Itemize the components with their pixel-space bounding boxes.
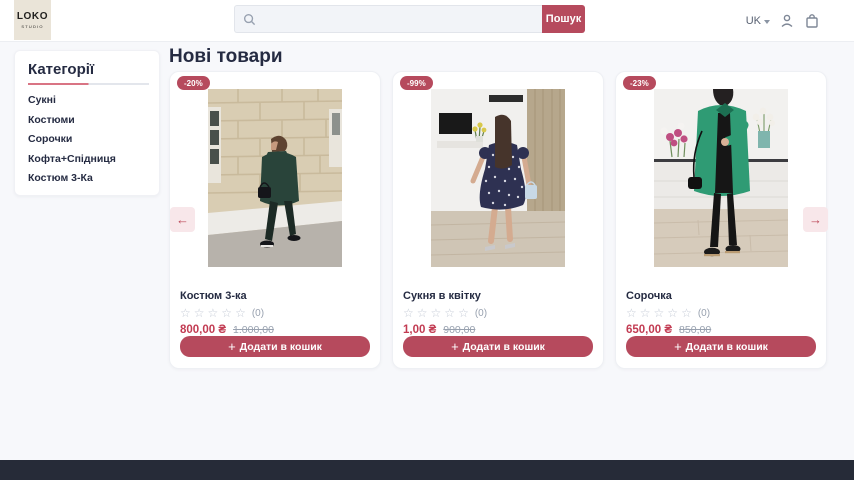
current-price: 800,00 ₴ [180,324,226,336]
star-icon: ☆ [417,307,428,319]
star-icon: ☆ [208,307,219,319]
logo-subtext: STUDIO [21,24,43,29]
old-price: 1.000,00 [233,324,274,336]
chevron-down-icon [764,20,770,24]
add-to-cart-button[interactable]: + Додати в кошик [403,336,593,357]
product-image[interactable] [431,89,565,267]
footer [0,460,854,480]
logo-text: LOKO [17,12,48,22]
new-products-carousel: -20% [169,71,827,369]
arrow-right-icon: → [809,212,822,227]
product-prices: 1,00 ₴ 900,00 [403,324,593,336]
current-price: 1,00 ₴ [403,324,436,336]
sidebar-item-sukni[interactable]: Сукні [28,94,146,114]
star-icon: ☆ [180,307,191,319]
star-icon: ☆ [444,307,455,319]
rating-count: (0) [475,308,487,319]
add-to-cart-button[interactable]: + Додати в кошик [180,336,370,357]
sidebar-item-sorochky[interactable]: Сорочки [28,133,146,153]
star-icon: ☆ [458,307,469,319]
header: LOKO STUDIO Пошук UK [0,0,854,42]
account-icon[interactable] [779,13,795,29]
product-image[interactable] [654,89,788,267]
search-input-wrapper [234,5,542,33]
carousel-next-button[interactable]: → [803,207,828,232]
star-icon: ☆ [654,307,665,319]
discount-badge: -20% [177,76,210,90]
cart-icon[interactable] [804,13,820,29]
page-title: Нові товари [169,46,283,68]
product-rating: ☆☆☆☆☆ (0) [403,307,593,319]
old-price: 850,00 [679,324,711,336]
star-icon: ☆ [626,307,637,319]
logo[interactable]: LOKO STUDIO [14,0,51,40]
product-title[interactable]: Сукня в квітку [403,290,593,302]
star-icon: ☆ [221,307,232,319]
product-image[interactable] [208,89,342,267]
star-icon: ☆ [640,307,651,319]
add-to-cart-button[interactable]: + Додати в кошик [626,336,816,357]
plus-icon: + [674,340,682,353]
language-selector[interactable]: UK [746,15,770,27]
categories-list: Сукні Костюми Сорочки Кофта+Спідниця Кос… [28,94,146,192]
old-price: 900,00 [443,324,475,336]
product-card: -99% [392,71,604,369]
plus-icon: + [451,340,459,353]
product-card: -20% [169,71,381,369]
arrow-left-icon: ← [176,212,189,227]
current-price: 650,00 ₴ [626,324,672,336]
header-actions: UK [746,0,820,42]
rating-count: (0) [252,308,264,319]
product-title[interactable]: Костюм 3-ка [180,290,370,302]
product-rating: ☆☆☆☆☆ (0) [626,307,816,319]
search-input[interactable] [261,6,542,32]
plus-icon: + [228,340,236,353]
categories-panel: Категорії Сукні Костюми Сорочки Кофта+Сп… [14,50,160,196]
discount-badge: -99% [400,76,433,90]
star-icon: ☆ [194,307,205,319]
sidebar-item-kofta-spidnytsia[interactable]: Кофта+Спідниця [28,153,146,173]
product-card: -23% [615,71,827,369]
star-icon: ☆ [667,307,678,319]
product-prices: 650,00 ₴ 850,00 [626,324,816,336]
categories-title: Категорії [28,61,146,78]
carousel-prev-button[interactable]: ← [170,207,195,232]
sidebar-item-kostium-3ka[interactable]: Костюм 3-Ка [28,172,146,192]
add-to-cart-label: Додати в кошик [463,341,545,353]
star-icon: ☆ [431,307,442,319]
add-to-cart-label: Додати в кошик [240,341,322,353]
language-label: UK [746,15,761,27]
product-rating: ☆☆☆☆☆ (0) [180,307,370,319]
product-title[interactable]: Сорочка [626,290,816,302]
search-icon [243,13,256,26]
categories-title-underline [28,83,149,85]
search-button[interactable]: Пошук [542,5,585,33]
product-prices: 800,00 ₴ 1.000,00 [180,324,370,336]
star-icon: ☆ [681,307,692,319]
star-icon: ☆ [403,307,414,319]
add-to-cart-label: Додати в кошик [686,341,768,353]
rating-count: (0) [698,308,710,319]
search-bar: Пошук [234,5,585,33]
star-icon: ☆ [235,307,246,319]
discount-badge: -23% [623,76,656,90]
sidebar-item-kostiumy[interactable]: Костюми [28,114,146,134]
